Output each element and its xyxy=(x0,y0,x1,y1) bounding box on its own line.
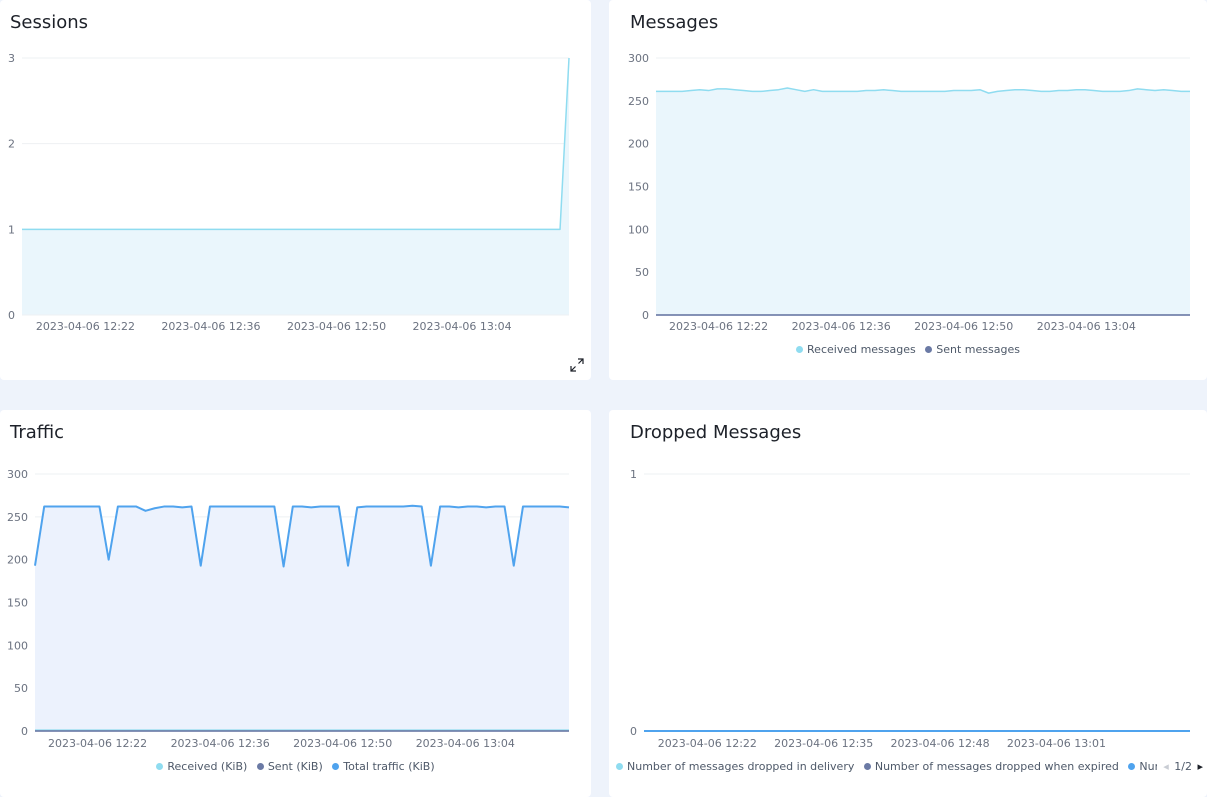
pager-label: 1/2 xyxy=(1174,760,1192,773)
expand-icon[interactable] xyxy=(568,356,586,374)
x-tick-label: 2023-04-06 13:04 xyxy=(416,737,515,750)
y-tick-label: 0 xyxy=(630,725,637,738)
x-tick-label: 2023-04-06 12:36 xyxy=(792,320,891,333)
y-tick-label: 300 xyxy=(628,52,649,65)
legend-label: Sent (KiB) xyxy=(267,760,323,773)
legend-item-sent-kib[interactable]: Sent (KiB) xyxy=(256,760,323,773)
dropped-messages-legend: Number of messages dropped in delivery N… xyxy=(613,760,1207,773)
messages-panel: Messages 0 50 100 150 200 250 300 2023-04-06 12… xyxy=(609,0,1207,380)
sessions-chart: 0 1 2 3 2023-04-06 12:22 2023-04-06 12:36 2023… xyxy=(8,52,570,333)
y-tick-label: 100 xyxy=(628,223,649,236)
legend-label: Sent messages xyxy=(936,343,1020,356)
x-tick-label: 2023-04-06 12:22 xyxy=(658,737,757,750)
x-tick-label: 2023-04-06 12:50 xyxy=(293,737,392,750)
sessions-panel: Sessions 0 1 2 3 2023-04-06 12:22 2023-04-06 … xyxy=(0,0,591,380)
messages-chart: 0 50 100 150 200 250 300 2023-04-06 12:22 2023-0… xyxy=(628,52,1190,333)
x-tick-label: 2023-04-06 12:22 xyxy=(48,737,147,750)
y-tick-label: 2 xyxy=(8,138,15,151)
x-tick-label: 2023-04-06 13:04 xyxy=(1037,320,1136,333)
y-tick-label: 1 xyxy=(630,468,637,481)
traffic-legend: Received (KiB) Sent (KiB) Total traffic … xyxy=(0,760,591,773)
legend-item-total-traffic-kib[interactable]: Total traffic (KiB) xyxy=(332,760,435,773)
caret-left-icon[interactable]: ◂ xyxy=(1161,760,1171,773)
x-tick-label: 2023-04-06 12:22 xyxy=(669,320,768,333)
x-tick-label: 2023-04-06 12:36 xyxy=(171,737,270,750)
y-tick-label: 50 xyxy=(14,682,28,695)
y-tick-label: 250 xyxy=(628,95,649,108)
y-tick-label: 150 xyxy=(628,181,649,194)
legend-label: Total traffic (KiB) xyxy=(343,760,435,773)
caret-right-icon[interactable]: ▸ xyxy=(1195,760,1205,773)
x-tick-label: 2023-04-06 12:36 xyxy=(161,320,260,333)
legend-item-dropped-when-expired[interactable]: Number of messages dropped when expired xyxy=(863,760,1119,773)
x-tick-label: 2023-04-06 12:50 xyxy=(287,320,386,333)
messages-legend: Received messages Sent messages xyxy=(609,343,1207,356)
traffic-panel: Traffic 0 50 100 150 200 250 300 2023-04-06 12:… xyxy=(0,410,591,797)
legend-label: Number of messages dropped when expired xyxy=(874,760,1119,773)
y-tick-label: 3 xyxy=(8,52,15,65)
y-tick-label: 200 xyxy=(7,554,28,567)
legend-dot-icon xyxy=(1128,763,1136,770)
legend-dot-icon xyxy=(156,763,164,770)
legend-item-received-messages[interactable]: Received messages xyxy=(796,343,916,356)
legend-item-sent-messages[interactable]: Sent messages xyxy=(925,343,1020,356)
x-tick-label: 2023-04-06 13:01 xyxy=(1007,737,1106,750)
legend-dot-icon xyxy=(925,346,933,353)
y-tick-label: 250 xyxy=(7,511,28,524)
y-tick-label: 150 xyxy=(7,597,28,610)
legend-dot-icon xyxy=(796,346,804,353)
series-area xyxy=(22,58,569,315)
legend-item-received-kib[interactable]: Received (KiB) xyxy=(156,760,247,773)
legend-label: Received messages xyxy=(807,343,916,356)
dropped-messages-chart: 0 1 2023-04-06 12:22 2023-04-06 12:35 2023-0… xyxy=(630,468,1190,750)
legend-dot-icon xyxy=(256,763,264,770)
y-tick-label: 300 xyxy=(7,468,28,481)
y-tick-label: 200 xyxy=(628,138,649,151)
series-area xyxy=(35,505,569,731)
dropped-messages-panel: Dropped Messages 0 1 2023-04-06 12:22 2023-… xyxy=(609,410,1207,797)
legend-pager: ◂ 1/2 ▸ xyxy=(1157,760,1205,773)
y-tick-label: 0 xyxy=(8,309,15,322)
y-tick-label: 1 xyxy=(8,223,15,236)
legend-label: Received (KiB) xyxy=(167,760,248,773)
y-tick-label: 0 xyxy=(21,725,28,738)
x-tick-label: 2023-04-06 12:35 xyxy=(774,737,873,750)
legend-dot-icon xyxy=(616,763,623,770)
legend-dot-icon xyxy=(332,763,340,770)
traffic-chart: 0 50 100 150 200 250 300 2023-04-06 12:22 2023-0… xyxy=(7,468,570,750)
x-tick-label: 2023-04-06 12:50 xyxy=(914,320,1013,333)
legend-label: Number of messages dropped in delivery xyxy=(627,760,855,773)
x-tick-label: 2023-04-06 13:04 xyxy=(412,320,511,333)
series-area xyxy=(656,87,1190,315)
x-tick-label: 2023-04-06 12:22 xyxy=(36,320,135,333)
y-tick-label: 50 xyxy=(635,266,649,279)
x-tick-label: 2023-04-06 12:48 xyxy=(891,737,990,750)
y-tick-label: 100 xyxy=(7,639,28,652)
legend-item-dropped-in-delivery[interactable]: Number of messages dropped in delivery xyxy=(616,760,854,773)
y-tick-label: 0 xyxy=(642,309,649,322)
legend-dot-icon xyxy=(863,763,871,770)
